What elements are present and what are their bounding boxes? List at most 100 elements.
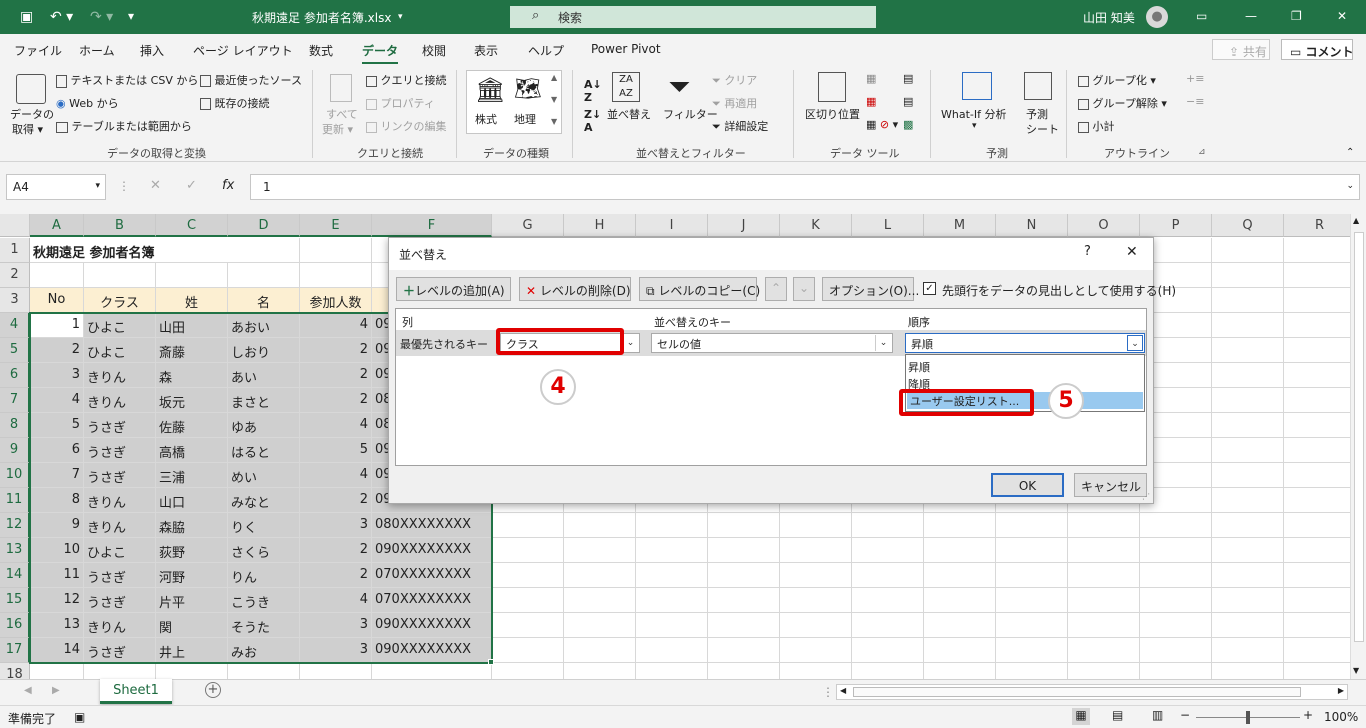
grid-cell[interactable] [1068, 613, 1140, 638]
grid-cell[interactable] [1068, 563, 1140, 588]
table-cell[interactable]: 090XXXXXXXX [372, 538, 492, 563]
grid-cell[interactable] [852, 513, 924, 538]
grid-cell[interactable] [1212, 563, 1284, 588]
table-cell[interactable]: うさぎ [84, 588, 156, 613]
column-header-m[interactable]: M [924, 214, 996, 237]
grid-cell[interactable] [780, 588, 852, 613]
row-header-9[interactable]: 9 [0, 438, 30, 463]
grid-cell[interactable] [492, 538, 564, 563]
grid-cell[interactable] [636, 638, 708, 663]
grid-cell[interactable] [1212, 613, 1284, 638]
column-header-d[interactable]: D [228, 214, 300, 237]
column-header-f[interactable]: F [372, 214, 492, 237]
grid-cell[interactable] [852, 663, 924, 679]
grid-cell[interactable] [780, 663, 852, 679]
grid-cell[interactable] [492, 513, 564, 538]
row-header-1[interactable]: 1 [0, 238, 30, 263]
tab-formulas[interactable]: 数式 [309, 42, 333, 59]
grid-cell[interactable] [1284, 638, 1350, 663]
grid-cell[interactable] [1284, 588, 1350, 613]
refresh-all-label[interactable]: 更新 ▾ [322, 121, 353, 137]
advanced-button[interactable]: ⏷ 詳細設定 [712, 118, 768, 134]
grid-cell[interactable] [780, 638, 852, 663]
header-cell[interactable]: 名 [228, 288, 300, 313]
table-cell[interactable]: 三浦 [156, 463, 228, 488]
grid-cell[interactable] [564, 563, 636, 588]
row-header-10[interactable]: 10 [0, 463, 30, 488]
table-cell[interactable]: 8 [30, 488, 84, 513]
grid-cell[interactable] [708, 563, 780, 588]
restore-icon[interactable]: ❐ [1291, 9, 1302, 23]
grid-cell[interactable] [924, 538, 996, 563]
grid-cell[interactable] [1284, 538, 1350, 563]
normal-view-icon[interactable]: ▦ [1072, 708, 1090, 725]
search-box[interactable]: ⌕ 検索 [510, 6, 876, 28]
subtotal-button[interactable]: 小計 [1078, 118, 1115, 134]
grid-cell[interactable] [300, 238, 372, 263]
tab-review[interactable]: 校閲 [422, 42, 446, 59]
grid-cell[interactable] [228, 263, 300, 288]
gallery-down-icon[interactable]: ▼ [551, 95, 557, 104]
tab-file[interactable]: ファイル [14, 42, 62, 59]
column-header-i[interactable]: I [636, 214, 708, 237]
column-header-p[interactable]: P [1140, 214, 1212, 237]
tab-split-grip-icon[interactable]: ⋮ [822, 685, 834, 699]
table-cell[interactable]: さくら [228, 538, 300, 563]
column-header-k[interactable]: K [780, 214, 852, 237]
order-option-ascending[interactable]: 昇順 [908, 359, 930, 375]
table-cell[interactable]: 090XXXXXXXX [372, 638, 492, 663]
grid-cell[interactable] [1140, 538, 1212, 563]
grid-cell[interactable] [1212, 363, 1284, 388]
tab-power-pivot[interactable]: Power Pivot [591, 42, 661, 56]
has-header-checkbox[interactable]: ✓ [923, 282, 936, 295]
table-cell[interactable]: 3 [30, 363, 84, 388]
grid-cell[interactable] [1212, 588, 1284, 613]
table-cell[interactable]: ひよこ [84, 538, 156, 563]
column-header-q[interactable]: Q [1212, 214, 1284, 237]
new-sheet-icon[interactable]: + [205, 682, 221, 698]
table-cell[interactable]: みなと [228, 488, 300, 513]
properties-button[interactable]: プロパティ [366, 95, 435, 111]
table-cell[interactable]: 7 [30, 463, 84, 488]
table-cell[interactable]: ひよこ [84, 313, 156, 338]
row-header-17[interactable]: 17 [0, 638, 30, 663]
table-cell[interactable]: 13 [30, 613, 84, 638]
grid-cell[interactable] [300, 263, 372, 288]
resize-grip-icon[interactable]: ⋰ [1142, 492, 1150, 501]
grid-cell[interactable] [1284, 513, 1350, 538]
table-cell[interactable]: うさぎ [84, 413, 156, 438]
table-cell[interactable]: 9 [30, 513, 84, 538]
grid-cell[interactable] [708, 638, 780, 663]
clear-button[interactable]: ⏷ クリア [712, 72, 757, 88]
options-button[interactable]: オプション(O)... [822, 277, 919, 301]
get-data-button[interactable]: データの [10, 106, 54, 122]
whatif-chevron-icon[interactable]: ▾ [972, 121, 977, 131]
grid-cell[interactable] [1212, 638, 1284, 663]
grid-cell[interactable] [1284, 263, 1350, 288]
grid-cell[interactable] [1284, 613, 1350, 638]
flash-fill-icon[interactable]: ▦ [866, 72, 876, 85]
grid-cell[interactable] [852, 538, 924, 563]
table-cell[interactable]: きりん [84, 363, 156, 388]
grid-cell[interactable] [996, 613, 1068, 638]
table-cell[interactable]: 片平 [156, 588, 228, 613]
gallery-up-icon[interactable]: ▲ [551, 73, 557, 82]
scroll-down-icon[interactable]: ▼ [1353, 666, 1359, 675]
grid-cell[interactable] [636, 563, 708, 588]
tab-scroll-left-icon[interactable]: ◀ [24, 685, 32, 696]
tab-insert[interactable]: 挿入 [140, 42, 164, 59]
zoom-out-icon[interactable]: − [1180, 708, 1190, 722]
grid-cell[interactable] [84, 263, 156, 288]
grid-cell[interactable] [780, 513, 852, 538]
grid-cell[interactable] [780, 538, 852, 563]
row-header-13[interactable]: 13 [0, 538, 30, 563]
table-cell[interactable]: 2 [300, 363, 372, 388]
grid-cell[interactable] [300, 663, 372, 679]
grid-cell[interactable] [924, 563, 996, 588]
filter-button[interactable]: フィルター [663, 106, 718, 122]
remove-duplicates-icon[interactable]: ▦ [866, 95, 876, 108]
grid-cell[interactable] [996, 563, 1068, 588]
grid-cell[interactable] [1284, 463, 1350, 488]
grid-cell[interactable] [1140, 513, 1212, 538]
redo-icon[interactable]: ↷ ▾ [90, 9, 113, 25]
